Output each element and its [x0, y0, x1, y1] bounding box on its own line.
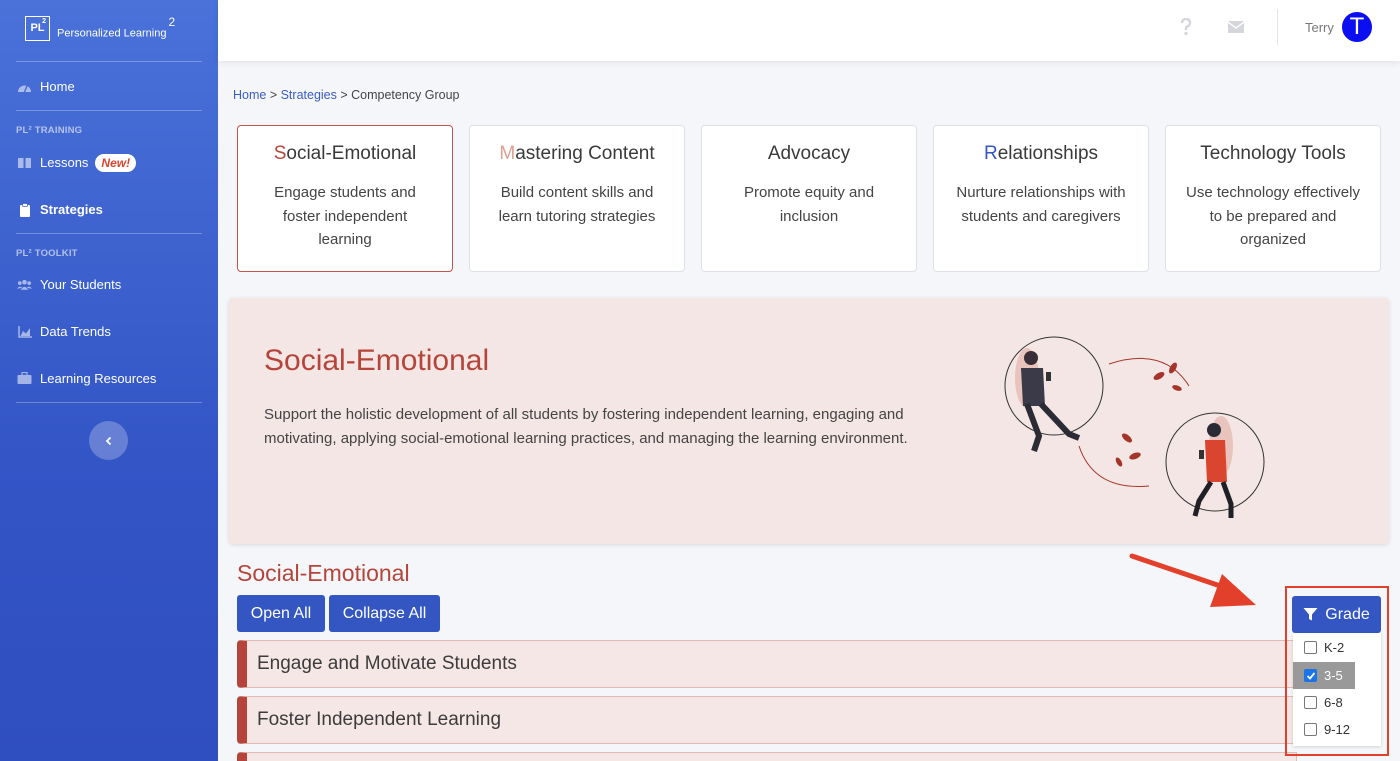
accordion-next[interactable] — [237, 752, 1297, 761]
grade-option-3-5[interactable]: 3-5 — [1293, 662, 1355, 689]
card-social-emotional[interactable]: Social-Emotional Engage students and fos… — [237, 125, 453, 272]
sidebar-item-label: Lessons — [40, 155, 89, 170]
sidebar-item-lessons[interactable]: Lessons New! — [0, 139, 218, 186]
hero-description: Support the holistic development of all … — [264, 406, 908, 447]
sidebar-item-data-trends[interactable]: Data Trends — [0, 308, 218, 355]
sidebar-item-label: Your Students — [40, 277, 122, 292]
card-description: Build content skills and learn tutoring … — [498, 184, 656, 225]
sidebar-heading-toolkit: PL² TOOLKIT — [16, 248, 78, 259]
grade-option-label: 9-12 — [1324, 722, 1351, 737]
card-relationships[interactable]: Relationships Nurture relationships with… — [933, 125, 1149, 272]
sidebar-item-label: Strategies — [40, 202, 103, 217]
competency-cards: Social-Emotional Engage students and fos… — [237, 125, 1381, 272]
card-title: Relationships — [983, 143, 1099, 164]
breadcrumb: Home > Strategies > Competency Group — [233, 88, 460, 102]
avatar[interactable]: T — [1341, 11, 1373, 43]
sidebar-item-label: Learning Resources — [40, 371, 157, 386]
card-title: Mastering Content — [499, 143, 655, 164]
accordion-foster-independent[interactable]: Foster Independent Learning — [237, 696, 1297, 744]
brand-name: Personalized Learning2 — [57, 14, 176, 40]
card-mastering-content[interactable]: Mastering Content Build content skills a… — [469, 125, 685, 272]
hero-illustration — [999, 316, 1299, 531]
sidebar-item-label: Data Trends — [40, 324, 111, 339]
grade-option-k-2[interactable]: K-2 — [1293, 634, 1355, 661]
sidebar-item-students[interactable]: Your Students — [0, 261, 218, 308]
checkbox[interactable] — [1304, 696, 1317, 709]
breadcrumb-current: Competency Group — [351, 88, 460, 102]
accordion-label: Engage and Motivate Students — [257, 653, 517, 674]
sidebar-divider — [16, 233, 202, 234]
accordion-label: Foster Independent Learning — [257, 709, 502, 730]
grade-filter-button[interactable]: Grade — [1292, 596, 1381, 633]
grade-filter-menu: K-2 3-5 6-8 9-12 — [1293, 633, 1381, 746]
annotation-arrow-icon — [1128, 550, 1288, 617]
clipboard-icon — [17, 202, 32, 217]
checkbox[interactable] — [1304, 723, 1317, 736]
card-advocacy[interactable]: Advocacy Promote equity and inclusion — [701, 125, 917, 272]
briefcase-icon — [17, 371, 32, 386]
topbar: Terry T — [218, 0, 1400, 61]
hero-banner: Social-Emotional Support the holistic de… — [229, 298, 1389, 544]
card-title: Technology Tools — [1200, 143, 1346, 164]
open-all-button[interactable]: Open All — [237, 595, 325, 632]
card-description: Engage students and foster independent l… — [274, 184, 416, 248]
breadcrumb-separator: > — [336, 88, 352, 102]
question-icon[interactable] — [1177, 18, 1195, 36]
chart-area-icon — [17, 324, 32, 339]
checkbox[interactable] — [1304, 669, 1317, 682]
card-description: Use technology effectively to be prepare… — [1186, 184, 1360, 248]
breadcrumb-separator: > — [266, 88, 281, 102]
filter-icon — [1303, 608, 1318, 621]
grade-filter-label: Grade — [1325, 605, 1370, 623]
sidebar-item-learning-resources[interactable]: Learning Resources — [0, 355, 218, 402]
sidebar-divider — [16, 110, 202, 111]
brand[interactable]: PL 2 Personalized Learning2 — [0, 0, 218, 56]
checkbox[interactable] — [1304, 641, 1317, 654]
card-description: Promote equity and inclusion — [743, 184, 875, 225]
accordion-engage-motivate[interactable]: Engage and Motivate Students — [237, 640, 1297, 688]
sidebar-item-label: Home — [40, 79, 75, 94]
sidebar-heading-training: PL² TRAINING — [16, 125, 83, 136]
chevron-left-icon — [105, 436, 111, 445]
card-description: Nurture relationships with students and … — [956, 184, 1126, 225]
new-badge: New! — [95, 153, 137, 172]
hero-title: Social-Emotional — [264, 344, 490, 377]
book-icon — [17, 155, 32, 170]
topbar-divider — [1277, 9, 1278, 45]
card-title: Advocacy — [767, 143, 851, 164]
dashboard-icon — [17, 79, 32, 94]
breadcrumb-home[interactable]: Home — [233, 88, 266, 102]
brand-logo: PL 2 — [25, 15, 50, 41]
grade-option-label: 3-5 — [1324, 668, 1343, 683]
grade-option-label: K-2 — [1324, 640, 1345, 655]
sidebar: PL 2 Personalized Learning2 Home PL² TRAI… — [0, 0, 218, 761]
collapse-all-button[interactable]: Collapse All — [329, 595, 440, 632]
sidebar-item-strategies[interactable]: Strategies — [0, 186, 218, 233]
card-title: Social-Emotional — [273, 143, 417, 164]
users-icon — [17, 277, 32, 292]
section-title: Social-Emotional — [237, 560, 410, 586]
card-technology-tools[interactable]: Technology Tools Use technology effectiv… — [1165, 125, 1381, 272]
username[interactable]: Terry — [1305, 20, 1334, 35]
sidebar-divider — [16, 402, 202, 403]
grade-option-6-8[interactable]: 6-8 — [1293, 689, 1355, 716]
checkmark-icon — [1306, 671, 1315, 680]
sidebar-collapse-button[interactable] — [89, 421, 128, 460]
grade-option-9-12[interactable]: 9-12 — [1293, 716, 1355, 743]
sidebar-item-home[interactable]: Home — [0, 63, 218, 110]
envelope-icon[interactable] — [1227, 18, 1245, 36]
grade-option-label: 6-8 — [1324, 695, 1343, 710]
breadcrumb-strategies[interactable]: Strategies — [281, 88, 337, 102]
sidebar-divider — [16, 61, 202, 62]
